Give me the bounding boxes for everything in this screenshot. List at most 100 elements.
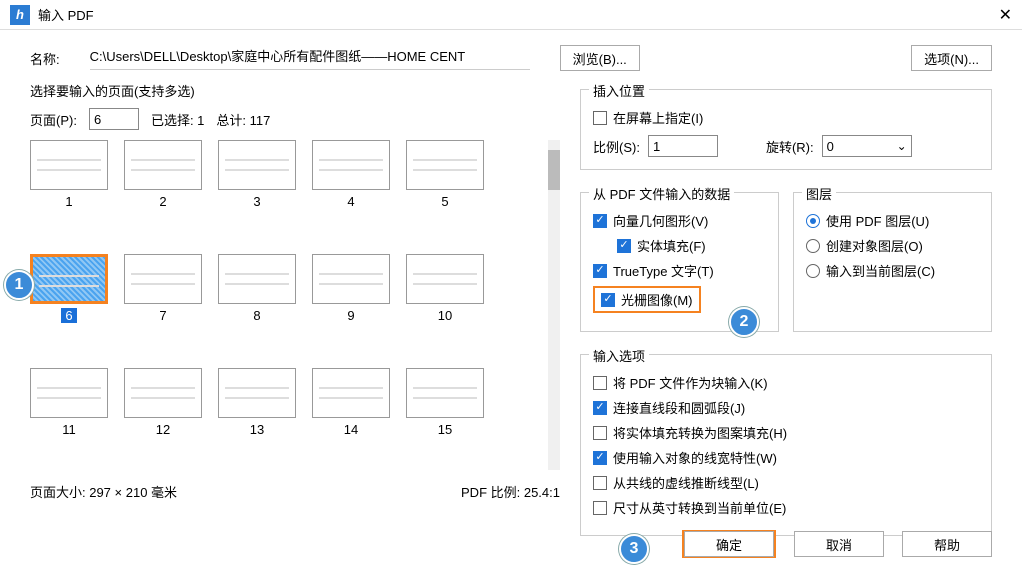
layers-legend: 图层 [802,184,836,203]
onscreen-label: 在屏幕上指定(I) [613,108,703,127]
callout-2: 2 [729,307,759,337]
uselw-checkbox[interactable] [593,451,607,465]
thumbnail-label: 1 [65,194,72,209]
thumbnail[interactable]: 4 [312,140,390,242]
thumbnail-label: 3 [253,194,260,209]
thumbnail-image [218,368,296,418]
total-count: 总计: 117 [216,110,270,129]
thumbnail[interactable]: 5 [406,140,484,242]
thumbnail-image [406,140,484,190]
name-label: 名称: [30,49,60,68]
joinarcs-label: 连接直线段和圆弧段(J) [613,398,745,417]
app-icon: h [10,5,30,25]
asblock-checkbox[interactable] [593,376,607,390]
path-input[interactable]: C:\Users\DELL\Desktop\家庭中心所有配件图纸――HOME C… [90,46,530,70]
thumbnail-image [124,254,202,304]
thumbnail[interactable]: 11 [30,368,108,470]
thumbnail[interactable]: 14 [312,368,390,470]
help-button[interactable]: 帮助 [902,531,992,557]
thumbnail-label: 7 [159,308,166,323]
select-pages-label: 选择要输入的页面(支持多选) [30,81,560,100]
page-size-label: 页面大小: 297 × 210 毫米 [30,482,177,501]
browse-button[interactable]: 浏览(B)... [560,45,640,71]
vector-checkbox[interactable] [593,214,607,228]
thumbnail-image [406,254,484,304]
thumbnail[interactable]: 1 [30,140,108,242]
thumbnail-label: 8 [253,308,260,323]
thumbnail-image [124,368,202,418]
pdfdata-legend: 从 PDF 文件输入的数据 [589,184,734,203]
asblock-label: 将 PDF 文件作为块输入(K) [613,373,768,392]
thumbnail-label: 12 [156,422,170,437]
usepdf-radio[interactable] [806,214,820,228]
scrollbar-handle[interactable] [548,150,560,190]
thumbnail[interactable]: 7 [124,254,202,356]
thumbnail-label: 13 [250,422,264,437]
tocurrent-radio[interactable] [806,264,820,278]
selected-count: 已选择: 1 [151,110,204,129]
close-icon[interactable]: ✕ [999,5,1012,25]
thumbnail-image [30,254,108,304]
rotation-label: 旋转(R): [766,137,814,156]
thumbnail-image [218,254,296,304]
thumbnail-label: 4 [347,194,354,209]
pdf-scale-label: PDF 比例: 25.4:1 [461,482,560,501]
thumbnail-label: 9 [347,308,354,323]
solidfill-label: 实体填充(F) [637,236,706,255]
convunits-checkbox[interactable] [593,501,607,515]
page-input[interactable] [89,108,139,130]
scrollbar[interactable] [548,140,560,470]
usepdf-label: 使用 PDF 图层(U) [826,211,929,230]
joinarcs-checkbox[interactable] [593,401,607,415]
options-button[interactable]: 选项(N)... [911,45,992,71]
thumbnail[interactable]: 8 [218,254,296,356]
insert-position-group: 插入位置 在屏幕上指定(I) 比例(S): 旋转(R): 0 [580,89,992,170]
inputopt-legend: 输入选项 [589,346,649,365]
thumbnail-image [312,368,390,418]
convunits-label: 尺寸从英寸转换到当前单位(E) [613,498,786,517]
thumbnail[interactable]: 15 [406,368,484,470]
thumbnail-label: 5 [441,194,448,209]
vector-label: 向量几何图形(V) [613,211,708,230]
rotation-select[interactable]: 0 [822,135,912,157]
scale-input[interactable] [648,135,718,157]
insert-legend: 插入位置 [589,81,649,100]
thumbnail-label: 2 [159,194,166,209]
cancel-button[interactable]: 取消 [794,531,884,557]
raster-highlight: 光栅图像(M) [593,286,701,313]
thumbnail[interactable]: 13 [218,368,296,470]
thumbnail-grid: 123456789101112131415 [30,140,560,470]
thumbnail[interactable]: 2 [124,140,202,242]
createobj-label: 创建对象图层(O) [826,236,923,255]
solidtohatch-label: 将实体填充转换为图案填充(H) [613,423,787,442]
thumbnail-image [406,368,484,418]
solidfill-checkbox[interactable] [617,239,631,253]
thumbnail[interactable]: 12 [124,368,202,470]
window-title: 输入 PDF [38,5,999,24]
thumbnail-label: 11 [62,422,76,437]
thumbnail-label: 6 [61,308,76,323]
createobj-radio[interactable] [806,239,820,253]
thumbnail[interactable]: 9 [312,254,390,356]
thumbnail-image [30,140,108,190]
thumbnail-label: 15 [438,422,452,437]
ok-highlight: 确定 [682,530,776,558]
thumbnail[interactable]: 3 [218,140,296,242]
ok-button[interactable]: 确定 [684,531,774,557]
tocurrent-label: 输入到当前图层(C) [826,261,935,280]
thumbnail[interactable]: 10 [406,254,484,356]
solidtohatch-checkbox[interactable] [593,426,607,440]
thumbnail-image [30,368,108,418]
inferlt-checkbox[interactable] [593,476,607,490]
raster-label: 光栅图像(M) [621,290,693,309]
input-options-group: 输入选项 将 PDF 文件作为块输入(K) 连接直线段和圆弧段(J) 将实体填充… [580,354,992,536]
layers-group: 图层 使用 PDF 图层(U) 创建对象图层(O) 输入到当前图层(C) [793,192,992,332]
onscreen-checkbox[interactable] [593,111,607,125]
raster-checkbox[interactable] [601,293,615,307]
thumbnail[interactable]: 6 [30,254,108,356]
truetype-checkbox[interactable] [593,264,607,278]
thumbnail-image [312,254,390,304]
titlebar: h 输入 PDF ✕ [0,0,1022,30]
uselw-label: 使用输入对象的线宽特性(W) [613,448,777,467]
scale-label: 比例(S): [593,137,640,156]
